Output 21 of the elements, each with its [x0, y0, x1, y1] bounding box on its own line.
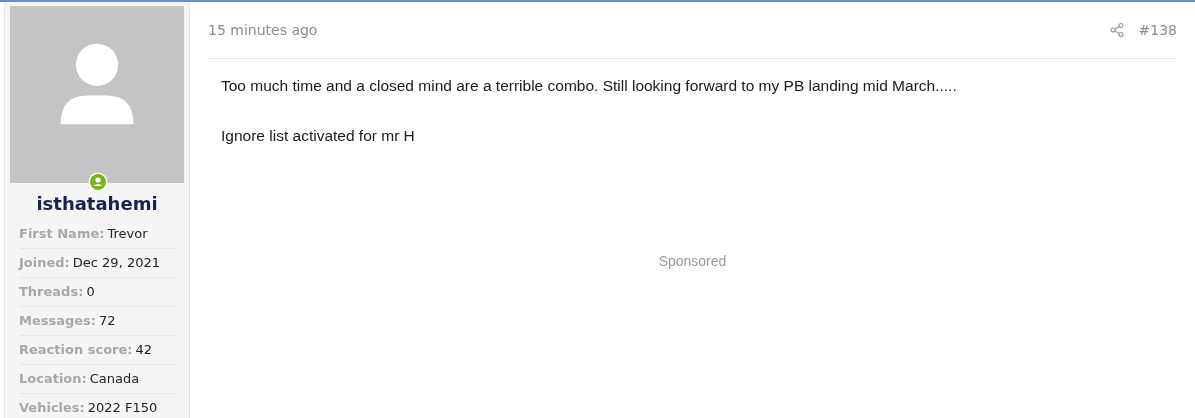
sponsored-label: Sponsored: [658, 253, 727, 269]
field-label: Joined:: [19, 254, 70, 272]
field-label: Reaction score:: [19, 341, 133, 359]
share-icon[interactable]: [1108, 22, 1125, 38]
field-value: Canada: [89, 370, 140, 388]
field-label: Location:: [19, 370, 87, 388]
field-label: Threads:: [19, 283, 84, 301]
field-label: Messages:: [19, 312, 97, 330]
post-paragraph: Ignore list activated for mr H: [221, 127, 416, 145]
field-value: Trevor: [107, 225, 148, 243]
field-value: 2022 F150: [87, 399, 158, 417]
field-value: Dec 29, 2021: [72, 254, 160, 272]
field-value: 0: [86, 283, 95, 301]
field-label: Vehicles:: [19, 399, 85, 417]
post-paragraph: Too much time and a closed mind are a terrible combo. Still looking forward to my PB landing mid March.....: [221, 77, 958, 95]
field-label: First Name:: [19, 225, 105, 243]
post-time[interactable]: 15 minutes ago: [208, 22, 318, 38]
post-number-link[interactable]: #138: [1138, 22, 1177, 38]
username-link[interactable]: isthatahemi: [10, 193, 184, 214]
field-value: 72: [99, 312, 116, 330]
field-value: 42: [135, 341, 153, 359]
